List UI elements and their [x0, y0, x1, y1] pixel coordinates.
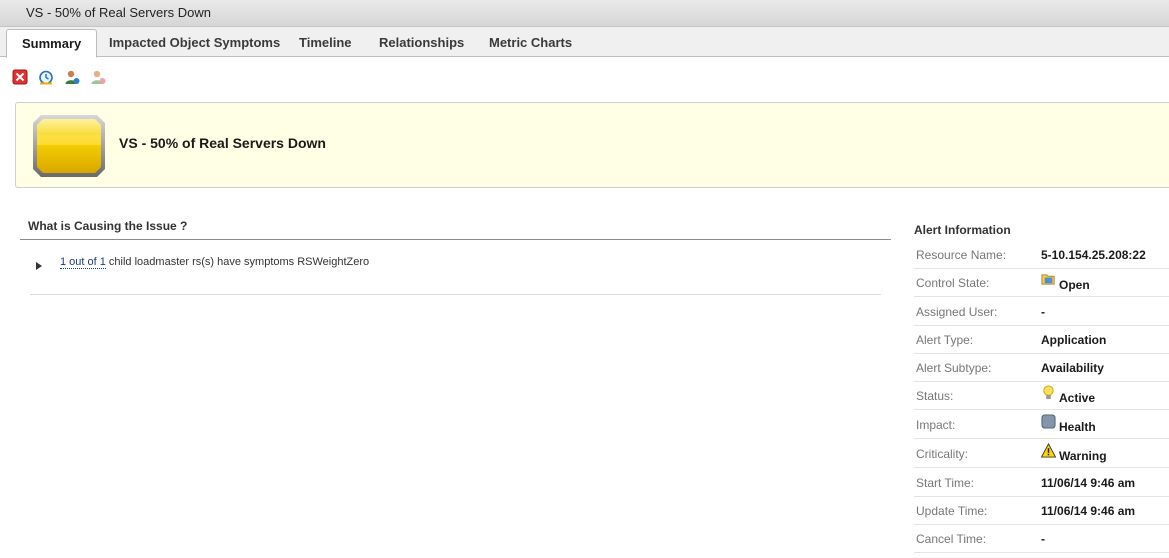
control-state-value: Open — [1059, 278, 1090, 292]
alert-info-value: Application — [1041, 333, 1107, 347]
alert-info-value: 5-10.154.25.208:22 — [1041, 248, 1146, 262]
alert-info-heading: Alert Information — [914, 223, 1011, 237]
tab-timeline[interactable]: Timeline — [299, 29, 352, 57]
warning-icon — [1041, 443, 1056, 458]
cause-heading: What is Causing the Issue ? — [28, 219, 188, 233]
alert-info-row-cancel-time: Cancel Time: - — [914, 525, 1169, 553]
alert-info-row-resource-name: Resource Name: 5-10.154.25.208:22 — [914, 241, 1169, 269]
alert-info-value: Active — [1041, 385, 1096, 405]
alert-info-key: Status: — [916, 389, 954, 403]
alert-info-value: 11/06/14 9:46 am — [1041, 476, 1136, 490]
window-title: VS - 50% of Real Servers Down — [26, 5, 211, 20]
alert-info-key: Start Time: — [916, 476, 975, 490]
health-icon — [1041, 414, 1056, 429]
alert-info-key: Alert Type: — [916, 333, 974, 347]
cause-description: child loadmaster rs(s) have symptoms RSW… — [105, 256, 370, 268]
take-ownership-icon[interactable] — [64, 69, 80, 85]
alert-info-key: Criticality: — [916, 447, 969, 461]
cause-text: 1 out of 1 child loadmaster rs(s) have s… — [60, 256, 370, 269]
alert-info-value: Availability — [1041, 361, 1104, 375]
tab-bar: Summary Impacted Object Symptoms Timelin… — [0, 27, 1169, 58]
alert-info-key: Assigned User: — [916, 305, 998, 319]
alert-info-key: Update Time: — [916, 504, 988, 518]
alert-info-row-update-time: Update Time: 11/06/14 9:46 am — [914, 497, 1169, 525]
alert-info-row-control-state: Control State: Open — [914, 269, 1169, 297]
list-item: 1 out of 1 child loadmaster rs(s) have s… — [30, 254, 881, 295]
alert-info-row-criticality: Criticality: Warning — [914, 440, 1169, 468]
alert-info-row-alert-subtype: Alert Subtype: Availability — [914, 354, 1169, 382]
alert-info-row-status: Status: Active — [914, 382, 1169, 410]
warning-badge-icon — [33, 115, 105, 177]
window-titlebar: VS - 50% of Real Servers Down — [0, 0, 1169, 27]
alert-info-value: Open — [1041, 274, 1090, 292]
tab-metric-charts[interactable]: Metric Charts — [489, 29, 572, 57]
status-value: Active — [1059, 391, 1096, 405]
alert-info-key: Alert Subtype: — [916, 361, 992, 375]
alert-info-row-impact: Impact: Health — [914, 411, 1169, 439]
alert-info-key: Control State: — [916, 276, 990, 290]
alert-info-value: Warning — [1041, 443, 1107, 463]
cause-link[interactable]: 1 out of 1 — [60, 256, 106, 269]
alert-info-row-alert-type: Alert Type: Application — [914, 326, 1169, 354]
alert-info-key: Cancel Time: — [916, 532, 987, 546]
banner-title: VS - 50% of Real Servers Down — [119, 135, 326, 151]
alert-banner: VS - 50% of Real Servers Down — [15, 102, 1169, 188]
folder-open-icon — [1041, 274, 1055, 285]
expand-arrow-icon[interactable] — [36, 262, 42, 270]
alert-info-value: Health — [1041, 414, 1096, 434]
alert-info-row-start-time: Start Time: 11/06/14 9:46 am — [914, 469, 1169, 497]
lightbulb-icon — [1043, 385, 1054, 400]
alert-info-key: Impact: — [916, 418, 956, 432]
release-ownership-icon[interactable] — [90, 69, 106, 85]
cancel-alert-icon[interactable] — [12, 69, 28, 85]
alert-info-row-assigned-user: Assigned User: - — [914, 298, 1169, 326]
tab-summary[interactable]: Summary — [6, 29, 98, 58]
suspend-alert-icon[interactable] — [38, 69, 54, 85]
cause-section-header: What is Causing the Issue ? — [20, 218, 891, 240]
alert-info-key: Resource Name: — [916, 248, 1007, 262]
tab-impacted-object-symptoms[interactable]: Impacted Object Symptoms — [109, 29, 280, 57]
alert-info-value: - — [1041, 532, 1045, 546]
criticality-value: Warning — [1059, 449, 1107, 463]
tab-relationships[interactable]: Relationships — [379, 29, 464, 57]
alert-info-value: 11/06/14 9:46 am — [1041, 504, 1136, 518]
impact-value: Health — [1059, 420, 1096, 434]
alert-info-value: - — [1041, 305, 1045, 319]
